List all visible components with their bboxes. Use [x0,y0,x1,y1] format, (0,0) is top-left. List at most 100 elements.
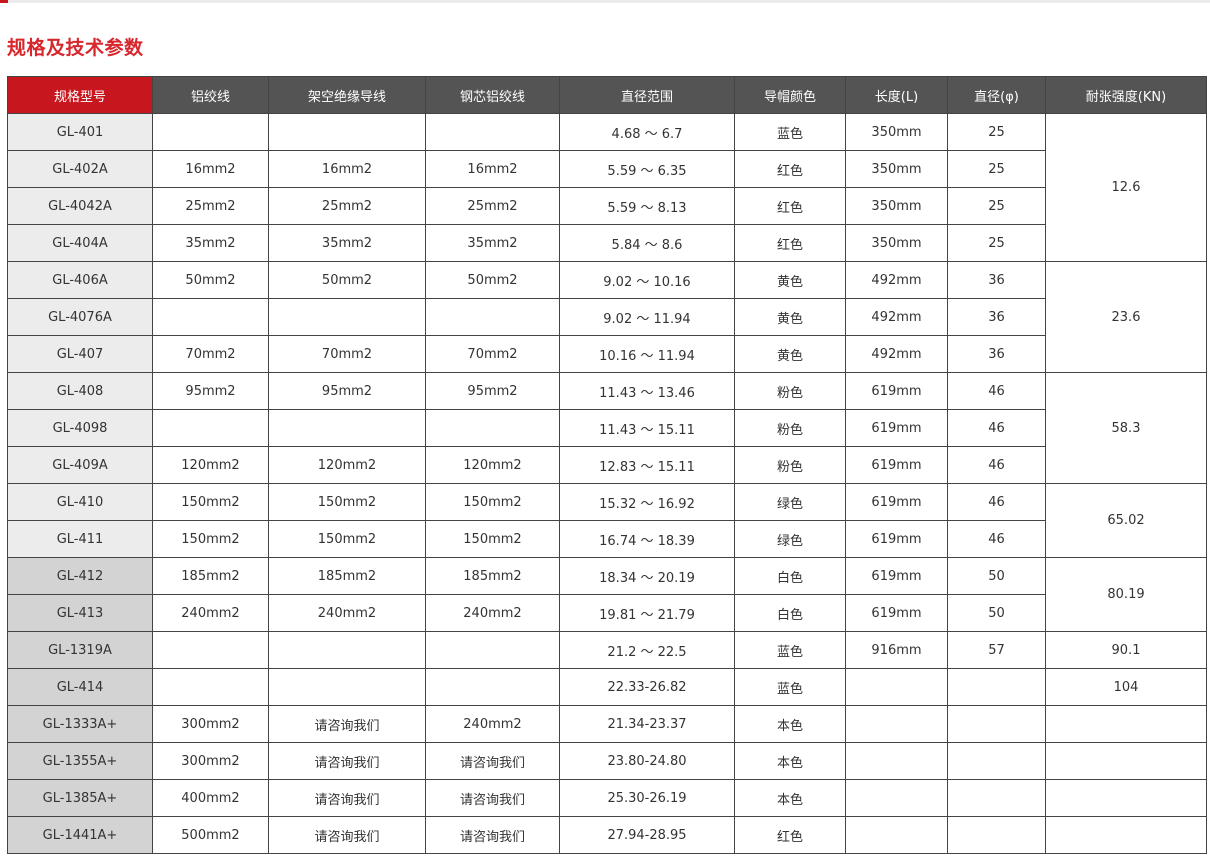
cell-insulated-wire: 240mm2 [268,594,426,632]
cell-acsr: 35mm2 [425,224,560,262]
table-header-row: 规格型号 铝绞线 架空绝缘导线 钢芯铝绞线 直径范围 导帽颜色 长度(L) 直径… [7,76,1207,114]
cell-insulated-wire: 35mm2 [268,224,426,262]
cell-insulated-wire: 50mm2 [268,261,426,299]
table-row: GL-4042A 25mm2 25mm2 25mm2 5.59 ～ 8.13 红色 350m… [7,187,1207,225]
table-row: GL-4098 11.43 ～ 15.11 粉色 619mm 46 [7,409,1207,447]
cell-model: GL-4076A [7,298,153,336]
table-row: GL-401 4.68 ～ 6.7 蓝色 350mm 25 12.6 [7,113,1207,262]
cell-model: GL-4098 [7,409,153,447]
table-row: GL-411 150mm2 150mm2 150mm2 16.74 ～ 18.39 绿色 6… [7,520,1207,558]
cell-acsr: 150mm2 [425,520,560,558]
cell-diameter [947,779,1046,817]
cell-length [845,816,948,854]
cell-diameter-range: 11.43 ～ 13.46 [559,372,735,410]
cell-acsr: 150mm2 [425,483,560,521]
cell-diameter-range: 16.74 ～ 18.39 [559,520,735,558]
cell-diameter-range: 11.43 ～ 15.11 [559,409,735,447]
cell-acsr: 25mm2 [425,187,560,225]
table-row: GL-1319A 21.2 ～ 22.5 蓝色 916mm 57 90.1 [7,631,1207,669]
cell-diameter-range: 15.32 ～ 16.92 [559,483,735,521]
cell-diameter-range: 5.59 ～ 6.35 [559,150,735,188]
cell-aluminum-strand [152,298,269,336]
cell-diameter-range: 25.30-26.19 [559,779,735,817]
cell-aluminum-strand: 185mm2 [152,557,269,595]
cell-acsr: 240mm2 [425,594,560,632]
cell-diameter-range: 23.80-24.80 [559,742,735,780]
cell-cap-color: 本色 [734,779,846,817]
cell-acsr: 请咨询我们 [425,779,560,817]
table-row: GL-1355A+ 300mm2 请咨询我们 请咨询我们 23.80-24.80 本色 [7,742,1207,780]
cell-acsr: 50mm2 [425,261,560,299]
cell-aluminum-strand: 400mm2 [152,779,269,817]
cell-length: 350mm [845,113,948,151]
cell-insulated-wire: 请咨询我们 [268,705,426,743]
cell-insulated-wire: 请咨询我们 [268,779,426,817]
cell-acsr: 16mm2 [425,150,560,188]
cell-insulated-wire [268,668,426,706]
cell-insulated-wire: 请咨询我们 [268,816,426,854]
cell-diameter: 46 [947,409,1046,447]
cell-tensile-strength: 58.3 [1045,372,1207,484]
cell-diameter [947,705,1046,743]
cell-diameter-range: 9.02 ～ 10.16 [559,261,735,299]
cell-insulated-wire: 25mm2 [268,187,426,225]
cell-model: GL-411 [7,520,153,558]
cell-tensile-strength [1045,779,1207,817]
cell-aluminum-strand: 25mm2 [152,187,269,225]
cell-aluminum-strand: 150mm2 [152,483,269,521]
table-row: GL-406A 50mm2 50mm2 50mm2 9.02 ～ 10.16 黄色 492m… [7,261,1207,373]
cell-model: GL-410 [7,483,153,521]
cell-insulated-wire: 请咨询我们 [268,742,426,780]
table-row: GL-410 150mm2 150mm2 150mm2 15.32 ～ 16.92 绿色 6… [7,483,1207,558]
section-title: 规格及技术参数 [7,37,144,59]
table-row: GL-414 22.33-26.82 蓝色 104 [7,668,1207,706]
cell-cap-color: 红色 [734,224,846,262]
cell-diameter-range: 4.68 ～ 6.7 [559,113,735,151]
cell-length: 350mm [845,187,948,225]
table-row: GL-412 185mm2 185mm2 185mm2 18.34 ～ 20.19 白色 6… [7,557,1207,632]
cell-cap-color: 粉色 [734,372,846,410]
spec-table: 规格型号 铝绞线 架空绝缘导线 钢芯铝绞线 直径范围 导帽颜色 长度(L) 直径… [7,76,1207,854]
cell-aluminum-strand [152,668,269,706]
cell-diameter: 46 [947,372,1046,410]
cell-acsr [425,409,560,447]
cell-model: GL-412 [7,557,153,595]
cell-tensile-strength [1045,705,1207,743]
cell-insulated-wire [268,409,426,447]
cell-aluminum-strand [152,631,269,669]
cell-cap-color: 本色 [734,705,846,743]
cell-length: 492mm [845,335,948,373]
cell-acsr [425,631,560,669]
cell-diameter-range: 18.34 ～ 20.19 [559,557,735,595]
cell-diameter: 25 [947,150,1046,188]
cell-length: 350mm [845,150,948,188]
cell-diameter: 36 [947,261,1046,299]
cell-diameter-range: 27.94-28.95 [559,816,735,854]
cell-length [845,705,948,743]
header-acsr: 钢芯铝绞线 [425,76,560,114]
cell-diameter: 25 [947,187,1046,225]
cell-tensile-strength: 104 [1045,668,1207,706]
cell-length: 619mm [845,446,948,484]
cell-aluminum-strand: 16mm2 [152,150,269,188]
cell-aluminum-strand: 120mm2 [152,446,269,484]
cell-acsr: 请咨询我们 [425,742,560,780]
cell-aluminum-strand: 70mm2 [152,335,269,373]
cell-diameter: 50 [947,557,1046,595]
cell-aluminum-strand: 240mm2 [152,594,269,632]
table-row: GL-1385A+ 400mm2 请咨询我们 请咨询我们 25.30-26.19 本色 [7,779,1207,817]
cell-model: GL-407 [7,335,153,373]
table-row: GL-1333A+ 300mm2 请咨询我们 240mm2 21.34-23.37 本色 [7,705,1207,743]
cell-length: 619mm [845,520,948,558]
cell-tensile-strength: 65.02 [1045,483,1207,558]
cell-diameter: 46 [947,446,1046,484]
cell-model: GL-401 [7,113,153,151]
cell-acsr: 240mm2 [425,705,560,743]
cell-diameter [947,668,1046,706]
cell-acsr [425,298,560,336]
table-row: GL-4076A 9.02 ～ 11.94 黄色 492mm 36 [7,298,1207,336]
cell-cap-color: 黄色 [734,298,846,336]
cell-cap-color: 绿色 [734,483,846,521]
table-row: GL-1441A+ 500mm2 请咨询我们 请咨询我们 27.94-28.95 红色 [7,816,1207,854]
cell-acsr: 185mm2 [425,557,560,595]
